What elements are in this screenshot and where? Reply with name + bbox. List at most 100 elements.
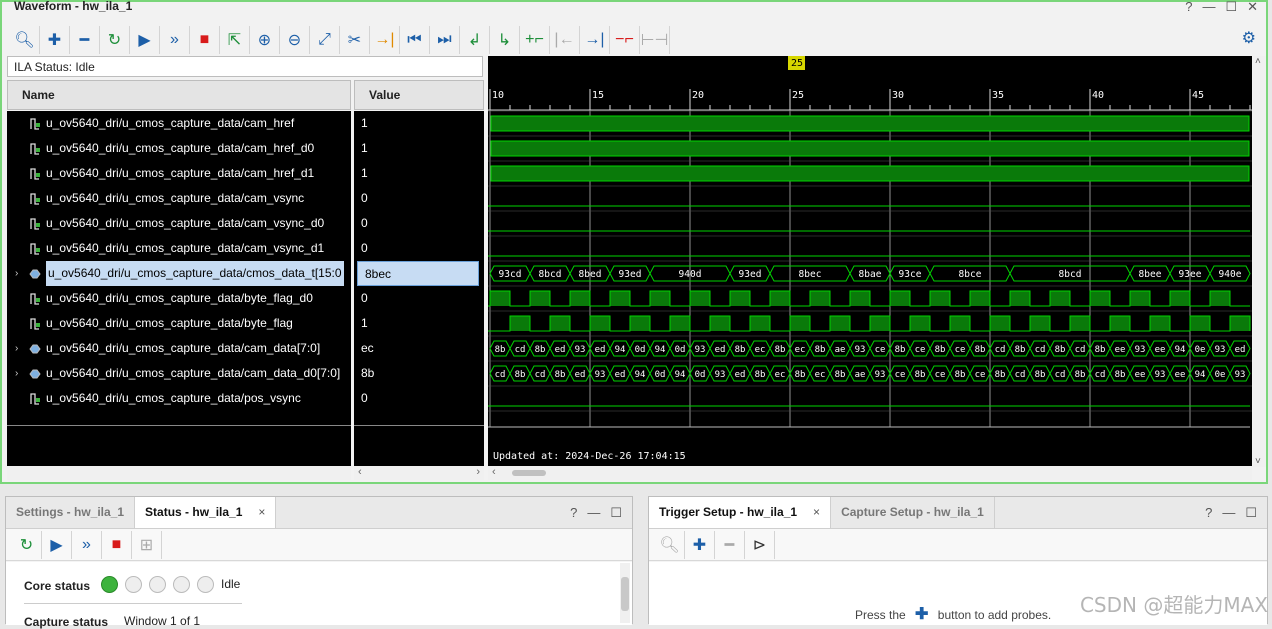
search-icon[interactable]: 🔍︎: [655, 530, 685, 559]
prev-transition-icon[interactable]: ↲: [460, 26, 490, 54]
help-icon[interactable]: ?: [570, 505, 577, 521]
signal-value[interactable]: 1: [354, 311, 484, 336]
close-icon[interactable]: ×: [258, 505, 265, 519]
scroll-down-icon[interactable]: ˅: [1255, 456, 1261, 467]
scroll-up-icon[interactable]: ˄: [1255, 56, 1261, 67]
minimize-icon[interactable]: —: [587, 505, 600, 521]
maximize-icon[interactable]: ☐: [610, 505, 622, 521]
scroll-left-icon[interactable]: ‹: [492, 466, 496, 478]
remove-icon[interactable]: ━: [715, 530, 745, 559]
run-icon[interactable]: ▶: [42, 530, 72, 559]
name-column-header[interactable]: Name: [7, 80, 351, 110]
close-icon[interactable]: ✕: [1247, 0, 1258, 15]
remove-marker-icon[interactable]: −⌐: [610, 26, 640, 54]
scroll-thumb[interactable]: [512, 470, 546, 476]
bus-value: 93: [595, 370, 606, 380]
value-pane-scrollbar[interactable]: ‹ ›: [354, 466, 484, 480]
prev-marker-icon[interactable]: |←: [550, 26, 580, 54]
tab-status[interactable]: Status - hw_ila_1 ×: [135, 497, 277, 528]
help-icon[interactable]: ?: [1205, 505, 1212, 521]
add-marker-icon[interactable]: +⌐: [520, 26, 550, 54]
signal-value[interactable]: 8bec: [357, 261, 479, 286]
zoom-out-icon[interactable]: ⊖: [280, 26, 310, 54]
tab-trigger-setup[interactable]: Trigger Setup - hw_ila_1 ×: [649, 497, 832, 528]
help-icon[interactable]: ?: [1185, 0, 1192, 15]
next-transition-icon[interactable]: ↳: [490, 26, 520, 54]
close-icon[interactable]: ×: [813, 505, 820, 519]
signal-value[interactable]: 8b: [354, 361, 484, 386]
name-pane-scrollbar[interactable]: [7, 466, 351, 480]
zoom-fit-icon[interactable]: ⤢: [310, 26, 340, 54]
signal-row[interactable]: › u_ov5640_dri/u_cmos_capture_data/cmos_d…: [7, 261, 351, 286]
swap-markers-icon[interactable]: ⊢⊣: [640, 26, 670, 54]
bus-value: ae: [855, 370, 866, 380]
export-icon[interactable]: ⇱: [220, 26, 250, 54]
signal-value[interactable]: 0: [354, 386, 484, 411]
signal-row[interactable]: u_ov5640_dri/u_cmos_capture_data/byte_fl…: [7, 311, 351, 336]
waveform-vertical-scrollbar[interactable]: ˄ ˅: [1253, 56, 1266, 467]
refresh-icon[interactable]: ↻: [100, 26, 130, 54]
signal-value[interactable]: 1: [354, 161, 484, 186]
signal-value[interactable]: 0: [354, 236, 484, 261]
signal-value[interactable]: ec: [354, 336, 484, 361]
scroll-thumb[interactable]: [621, 577, 629, 611]
bus-value: 0d: [675, 345, 686, 355]
minimize-icon[interactable]: —: [1202, 0, 1215, 15]
signal-value[interactable]: 1: [354, 111, 484, 136]
signal-row[interactable]: u_ov5640_dri/u_cmos_capture_data/cam_vsy…: [7, 186, 351, 211]
gear-icon[interactable]: ⚙: [1242, 28, 1256, 48]
swap-icon[interactable]: ✂: [340, 26, 370, 54]
run-icon[interactable]: ▶: [130, 26, 160, 54]
goto-end-icon[interactable]: ⏭: [430, 26, 460, 54]
waveform-horizontal-scrollbar[interactable]: ‹: [488, 466, 1252, 480]
waveform-canvas[interactable]: 10 15 20 25 30 35 40 45 25 93cd 8bcd 8bed 93ed 940d 93…: [488, 56, 1252, 467]
layout-icon[interactable]: ⊞: [132, 530, 162, 559]
refresh-icon[interactable]: ↻: [12, 530, 42, 559]
signal-row[interactable]: u_ov5640_dri/u_cmos_capture_data/cam_vsy…: [7, 211, 351, 236]
add-icon[interactable]: ✚: [685, 530, 715, 559]
run-fast-icon[interactable]: »: [160, 26, 190, 54]
signal-value[interactable]: 0: [354, 286, 484, 311]
zoom-in-icon[interactable]: ⊕: [250, 26, 280, 54]
remove-icon[interactable]: ━: [70, 26, 100, 54]
signal-row[interactable]: › u_ov5640_dri/u_cmos_capture_data/cam_da…: [7, 336, 351, 361]
bus-value: cd: [535, 370, 546, 380]
expand-icon[interactable]: ›: [15, 361, 18, 386]
maximize-icon[interactable]: ☐: [1225, 0, 1237, 15]
scroll-right-icon[interactable]: ›: [476, 466, 480, 478]
stop-icon[interactable]: ■: [190, 26, 220, 54]
minimize-icon[interactable]: —: [1222, 505, 1235, 521]
signal-row[interactable]: u_ov5640_dri/u_cmos_capture_data/byte_fl…: [7, 286, 351, 311]
signal-value[interactable]: 1: [354, 136, 484, 161]
goto-cursor-icon[interactable]: →|: [370, 26, 400, 54]
signal-value[interactable]: 0: [354, 186, 484, 211]
trigger-condition-icon[interactable]: ⊳: [745, 530, 775, 559]
signal-value-pane: 1 1 1 0 0 0 8bec 0 1 ec 8b 0: [354, 111, 484, 466]
signal-row[interactable]: u_ov5640_dri/u_cmos_capture_data/cam_hre…: [7, 161, 351, 186]
signal-row[interactable]: u_ov5640_dri/u_cmos_capture_data/cam_hre…: [7, 111, 351, 136]
scroll-left-icon[interactable]: ‹: [358, 466, 362, 478]
signal-row[interactable]: › u_ov5640_dri/u_cmos_capture_data/cam_da…: [7, 361, 351, 386]
expand-icon[interactable]: ›: [15, 336, 18, 361]
search-icon[interactable]: 🔍︎: [10, 26, 40, 54]
add-icon[interactable]: ✚: [40, 26, 70, 54]
value-column-header[interactable]: Value: [354, 80, 484, 110]
maximize-icon[interactable]: ☐: [1245, 505, 1257, 521]
goto-start-icon[interactable]: ⏮: [400, 26, 430, 54]
bus-value: 8b: [1095, 345, 1106, 355]
signal-row[interactable]: u_ov5640_dri/u_cmos_capture_data/pos_vsy…: [7, 386, 351, 411]
signal-row[interactable]: u_ov5640_dri/u_cmos_capture_data/cam_hre…: [7, 136, 351, 161]
bus-value: 8b: [975, 345, 986, 355]
add-icon[interactable]: ✚: [915, 606, 928, 623]
signal-row[interactable]: u_ov5640_dri/u_cmos_capture_data/cam_vsy…: [7, 236, 351, 261]
stop-icon[interactable]: ■: [102, 530, 132, 559]
expand-icon[interactable]: ›: [15, 261, 18, 286]
bus-value: 8b: [795, 370, 806, 380]
run-fast-icon[interactable]: »: [72, 530, 102, 559]
tab-settings[interactable]: Settings - hw_ila_1: [6, 497, 136, 528]
bus-probe-icon: [29, 269, 41, 279]
tab-capture-setup[interactable]: Capture Setup - hw_ila_1: [831, 497, 995, 528]
status-scrollbar[interactable]: [620, 563, 630, 623]
signal-value[interactable]: 0: [354, 211, 484, 236]
next-marker-icon[interactable]: →|: [580, 26, 610, 54]
